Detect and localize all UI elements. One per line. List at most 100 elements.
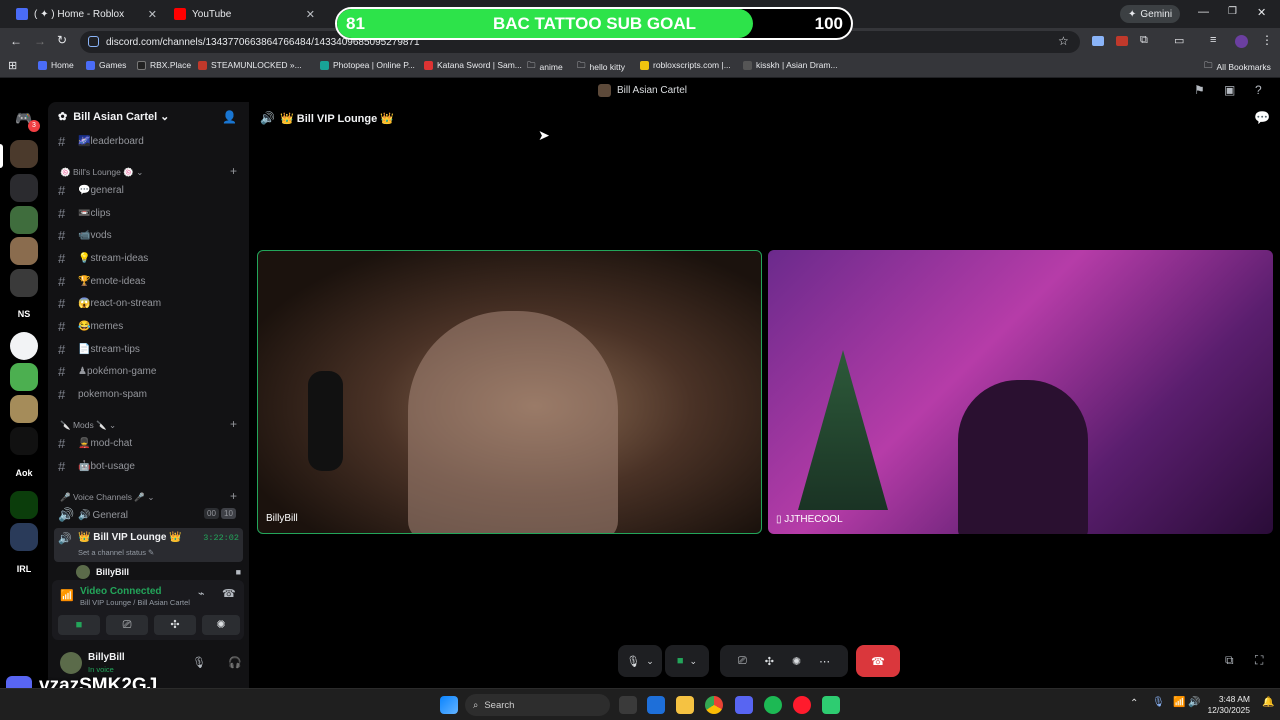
server-icon-2[interactable]	[10, 174, 38, 202]
channel-mod-chat[interactable]: # 💂 mod-chat	[58, 433, 243, 453]
tab-roblox[interactable]: ( ✦ ) Home - Roblox ✕	[8, 3, 163, 25]
channel-stream-tips[interactable]: # 📄 stream-tips	[58, 339, 243, 359]
channel-bot-usage[interactable]: # 🤖 bot-usage	[58, 456, 243, 476]
chevron-down-icon[interactable]: ⌄	[646, 656, 654, 667]
leave-call-button[interactable]: ☎	[856, 645, 900, 677]
spotify-icon[interactable]	[764, 696, 782, 714]
bookmark-kisskh[interactable]: kisskh | Asian Dram...	[743, 60, 838, 70]
server-icon-8[interactable]	[10, 363, 38, 391]
site-info-icon[interactable]	[88, 36, 99, 47]
server-aok[interactable]: Aok	[10, 459, 38, 487]
channel-general[interactable]: # 💬 general	[58, 180, 243, 200]
video-toggle-button[interactable]: ■ ⌄	[665, 645, 709, 677]
bookmark-hello-kitty[interactable]: 🗀 hello kitty	[577, 60, 625, 74]
channel-memes[interactable]: # 😂 memes	[58, 316, 243, 336]
connection-location[interactable]: Bill VIP Lounge / Bill Asian Cartel	[80, 598, 190, 607]
camera-button[interactable]: ■	[58, 615, 100, 635]
media-icon[interactable]: ≡	[1210, 34, 1216, 46]
channel-emote-ideas[interactable]: # 🏆 emote-ideas	[58, 271, 243, 291]
bookmark-rbx-place[interactable]: RBX.Place	[137, 60, 191, 70]
channel-status[interactable]: Set a channel status ✎	[78, 548, 154, 557]
opera-icon[interactable]	[793, 696, 811, 714]
chevron-down-icon[interactable]: ⌄	[690, 656, 698, 667]
voice-channel-vip-lounge[interactable]: 🔊 👑 Bill VIP Lounge 👑 3:22:02 Set a chan…	[54, 528, 243, 562]
channel-clips[interactable]: # 📼 clips	[58, 203, 243, 223]
channel-react-on-stream[interactable]: # 😱 react-on-stream	[58, 293, 243, 313]
close-tab-icon[interactable]: ✕	[148, 8, 157, 21]
extensions-puzzle-icon[interactable]: ⧉	[1140, 34, 1148, 47]
soundboard-icon[interactable]: ✺	[792, 655, 801, 668]
cast-icon[interactable]: ▭	[1174, 34, 1184, 47]
close-window-icon[interactable]: ✕	[1257, 6, 1266, 19]
extension-red-icon[interactable]	[1116, 36, 1128, 46]
apps-grid-icon[interactable]: ⊞	[8, 59, 17, 72]
extension-icon[interactable]	[1092, 36, 1104, 46]
channel-pokemon-spam[interactable]: # pokemon-spam	[58, 384, 243, 404]
add-channel-icon[interactable]: +	[230, 489, 237, 503]
forward-icon[interactable]: →	[34, 34, 46, 48]
server-icon-13[interactable]	[10, 523, 38, 551]
voice-member[interactable]: BillyBill ■	[76, 564, 241, 580]
gemini-button[interactable]: ✦ Gemini	[1120, 5, 1181, 23]
server-icon-4[interactable]	[10, 237, 38, 265]
channel-pokemon-game[interactable]: # ♟ pokémon-game	[58, 361, 243, 381]
restore-icon[interactable]: ❐	[1228, 6, 1237, 17]
headphones-icon[interactable]: 🎧	[228, 656, 242, 669]
chrome-icon[interactable]	[705, 696, 723, 714]
windows-start-icon[interactable]	[440, 696, 458, 714]
server-icon-7[interactable]	[10, 332, 38, 360]
channel-vods[interactable]: # 📹 vods	[58, 225, 243, 245]
server-irl[interactable]: IRL	[10, 555, 38, 583]
screenshare-icon[interactable]: ⎚	[738, 655, 747, 668]
clock-date[interactable]: 12/30/2025	[1200, 705, 1250, 715]
flag-icon[interactable]: ⚑	[1194, 83, 1205, 97]
profile-avatar[interactable]	[1235, 35, 1248, 48]
wifi-icon[interactable]: 📶	[1173, 697, 1185, 708]
disconnect-icon[interactable]: ☎	[222, 587, 236, 600]
soundboard-button[interactable]: ✺	[202, 615, 240, 635]
back-icon[interactable]: ←	[10, 34, 22, 48]
server-icon-9[interactable]	[10, 395, 38, 423]
bookmark-anime[interactable]: 🗀 anime	[527, 60, 563, 74]
task-view-icon[interactable]	[619, 696, 637, 714]
volume-icon[interactable]: 🔊	[1188, 697, 1200, 708]
voice-channel-general[interactable]: 🔊 🔊 General 00 10	[58, 505, 243, 525]
chat-bubble-icon[interactable]: 💬	[1254, 110, 1270, 126]
bookmark-star-icon[interactable]: ☆	[1058, 34, 1069, 48]
add-channel-icon[interactable]: +	[230, 164, 237, 178]
close-tab-icon[interactable]: ✕	[306, 8, 315, 21]
clock-time[interactable]: 3:48 AM	[1210, 694, 1250, 704]
file-explorer-icon[interactable]	[676, 696, 694, 714]
app-icon[interactable]	[822, 696, 840, 714]
popout-icon[interactable]: ⧉	[1225, 653, 1234, 668]
mute-button[interactable]: 🎙 ⌄	[618, 645, 662, 677]
chevron-up-icon[interactable]: ⌃	[1130, 698, 1138, 709]
tab-youtube[interactable]: YouTube ✕	[166, 3, 321, 25]
inbox-icon[interactable]: ▣	[1224, 83, 1235, 97]
channel-leaderboard[interactable]: # 🌌 leaderboard	[58, 131, 243, 151]
server-kick[interactable]	[10, 491, 38, 519]
activities-icon[interactable]: ✣	[765, 655, 774, 668]
server-ns[interactable]: NS	[10, 300, 38, 328]
bookmark-katana[interactable]: Katana Sword | Sam...	[424, 60, 522, 70]
mic-tray-icon[interactable]: 🎙	[1152, 697, 1165, 708]
help-icon[interactable]: ?	[1255, 83, 1262, 97]
fullscreen-icon[interactable]: ⛶	[1255, 653, 1263, 668]
invite-icon[interactable]: 👤	[222, 110, 237, 124]
bookmark-photopea[interactable]: Photopea | Online P...	[320, 60, 415, 70]
taskbar-search[interactable]: ⌕ Search	[465, 694, 610, 716]
channel-stream-ideas[interactable]: # 💡 stream-ideas	[58, 248, 243, 268]
noise-suppression-icon[interactable]: ⌁	[198, 587, 205, 600]
category-voice-channels[interactable]: 🎤 Voice Channels 🎤 ⌄	[60, 492, 154, 503]
all-bookmarks[interactable]: 🗀 All Bookmarks	[1204, 60, 1271, 74]
store-icon[interactable]	[647, 696, 665, 714]
reload-icon[interactable]: ↻	[57, 33, 67, 47]
server-icon-5[interactable]	[10, 269, 38, 297]
bookmark-robloxscripts[interactable]: robloxscripts.com |...	[640, 60, 731, 70]
notification-bell-icon[interactable]: 🔔	[1262, 697, 1274, 708]
minimize-icon[interactable]: —	[1198, 6, 1209, 18]
category-mods[interactable]: 🔪 Mods 🔪 ⌄	[60, 420, 116, 431]
bookmark-steamunlocked[interactable]: STEAMUNLOCKED »...	[198, 60, 302, 70]
server-header[interactable]: ✿ Bill Asian Cartel ⌄	[58, 110, 169, 124]
category-bills-lounge[interactable]: 🍥 Bill's Lounge 🍥 ⌄	[60, 167, 143, 178]
